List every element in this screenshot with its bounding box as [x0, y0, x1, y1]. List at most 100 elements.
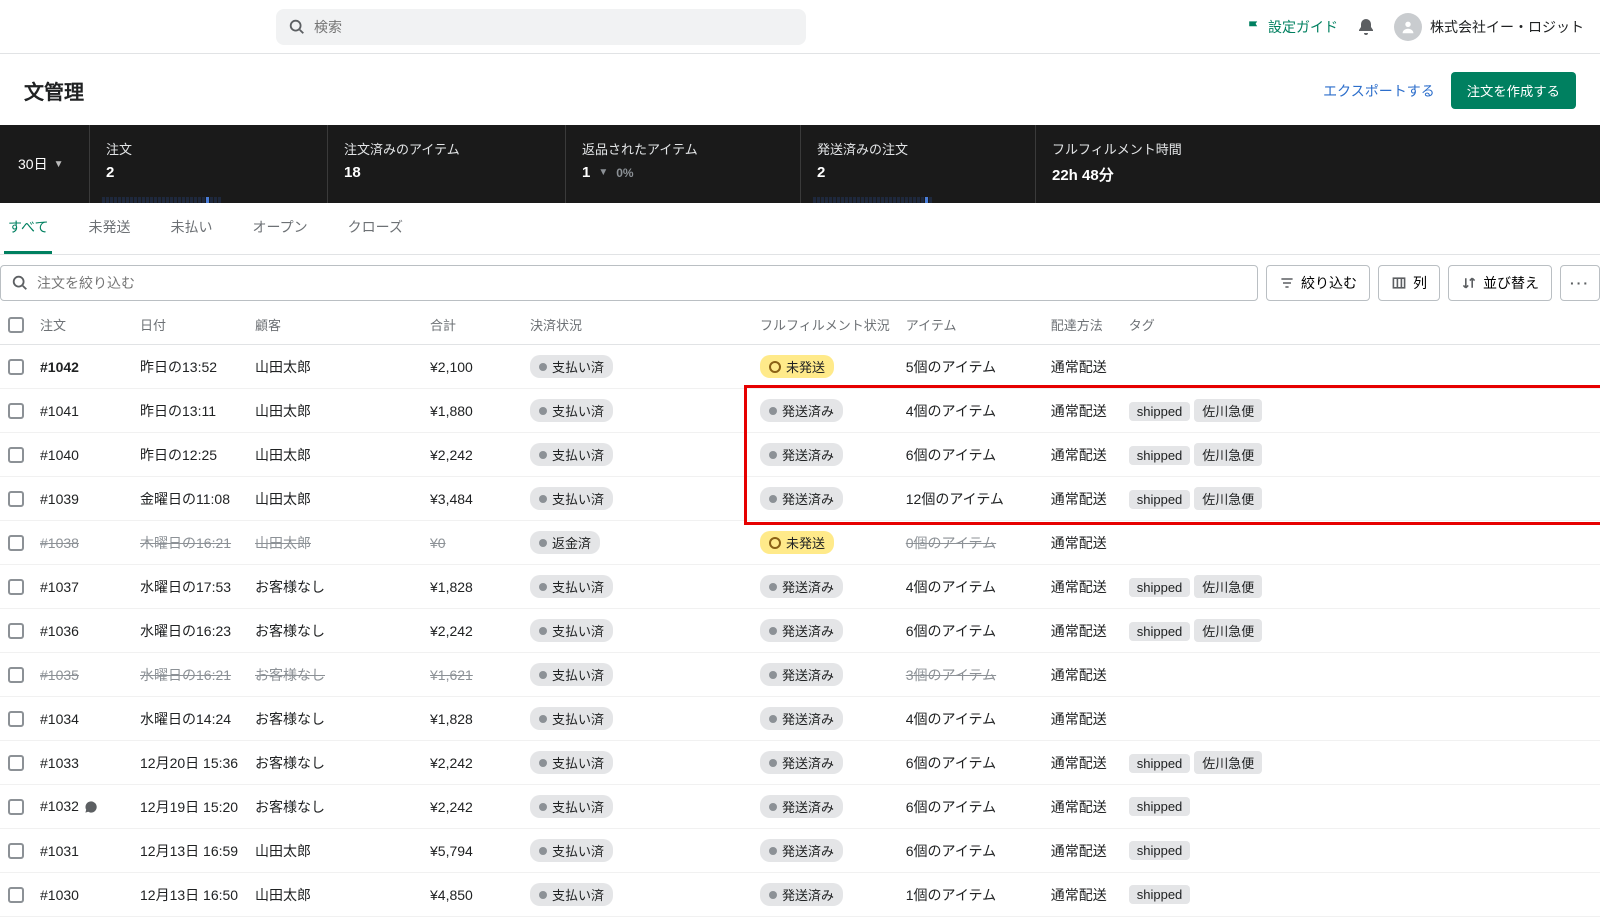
- customer-name[interactable]: 山田太郎: [255, 403, 311, 419]
- global-search[interactable]: [276, 9, 806, 45]
- tag: shipped: [1129, 402, 1191, 421]
- sort-button[interactable]: 並び替え: [1448, 265, 1552, 301]
- stat-orders[interactable]: 注文 2: [90, 125, 328, 203]
- customer-name[interactable]: お客様なし: [255, 667, 325, 683]
- row-checkbox[interactable]: [8, 447, 24, 463]
- row-checkbox[interactable]: [8, 843, 24, 859]
- row-checkbox[interactable]: [8, 535, 24, 551]
- tab-0[interactable]: すべて: [4, 203, 52, 254]
- order-id[interactable]: #1039: [40, 491, 79, 507]
- customer-name[interactable]: お客様なし: [255, 711, 325, 727]
- customer-name[interactable]: 山田太郎: [255, 359, 311, 375]
- narrow-button[interactable]: 絞り込む: [1266, 265, 1370, 301]
- tab-4[interactable]: クローズ: [344, 203, 407, 254]
- tab-1[interactable]: 未発送: [84, 203, 134, 254]
- stat-ordered-items[interactable]: 注文済みのアイテム 18: [328, 125, 566, 203]
- row-checkbox[interactable]: [8, 711, 24, 727]
- order-id[interactable]: #1032: [40, 798, 79, 814]
- row-checkbox[interactable]: [8, 887, 24, 903]
- row-checkbox[interactable]: [8, 799, 24, 815]
- customer-name[interactable]: 山田太郎: [255, 447, 311, 463]
- more-button[interactable]: ···: [1560, 265, 1600, 301]
- stat-shipped[interactable]: 発送済みの注文 2: [801, 125, 1036, 203]
- table-row[interactable]: #1030 12月13日 16:50 山田太郎 ¥4,850 支払い済 発送済み…: [0, 873, 1600, 917]
- col-total[interactable]: 合計: [422, 305, 522, 345]
- row-checkbox[interactable]: [8, 359, 24, 375]
- row-checkbox[interactable]: [8, 755, 24, 771]
- table-row[interactable]: #1034 水曜日の14:24 お客様なし ¥1,828 支払い済 発送済み 4…: [0, 697, 1600, 741]
- tag: shipped: [1129, 446, 1191, 465]
- order-id[interactable]: #1041: [40, 403, 79, 419]
- delivery-method: 通常配送: [1051, 623, 1107, 639]
- row-checkbox[interactable]: [8, 491, 24, 507]
- payment-badge: 支払い済: [530, 399, 613, 422]
- order-id[interactable]: #1035: [40, 667, 79, 683]
- tag: 佐川急便: [1194, 399, 1262, 422]
- table-row[interactable]: #1039 金曜日の11:08 山田太郎 ¥3,484 支払い済 発送済み 12…: [0, 477, 1600, 521]
- customer-name[interactable]: お客様なし: [255, 623, 325, 639]
- col-order[interactable]: 注文: [32, 305, 132, 345]
- col-customer[interactable]: 顧客: [247, 305, 422, 345]
- tags-cell: shipped佐川急便: [1121, 741, 1600, 785]
- row-checkbox[interactable]: [8, 623, 24, 639]
- table-row[interactable]: #1031 12月13日 16:59 山田太郎 ¥5,794 支払い済 発送済み…: [0, 829, 1600, 873]
- order-id[interactable]: #1031: [40, 843, 79, 859]
- table-row[interactable]: #1037 水曜日の17:53 お客様なし ¥1,828 支払い済 発送済み 4…: [0, 565, 1600, 609]
- order-id[interactable]: #1030: [40, 887, 79, 903]
- stat-fulfillment-time[interactable]: フルフィルメント時間 22h 48分: [1036, 125, 1600, 203]
- create-order-button[interactable]: 注文を作成する: [1451, 72, 1576, 109]
- customer-name[interactable]: 山田太郎: [255, 887, 311, 903]
- table-row[interactable]: #1041 昨日の13:11 山田太郎 ¥1,880 支払い済 発送済み 4個の…: [0, 389, 1600, 433]
- row-checkbox[interactable]: [8, 579, 24, 595]
- col-fulfillment[interactable]: フルフィルメント状況: [752, 305, 898, 345]
- tab-3[interactable]: オープン: [248, 203, 311, 254]
- col-date[interactable]: 日付: [132, 305, 247, 345]
- setup-guide-link[interactable]: 設定ガイド: [1246, 17, 1338, 37]
- order-id[interactable]: #1033: [40, 755, 79, 771]
- order-date: 金曜日の11:08: [140, 491, 230, 507]
- col-items[interactable]: アイテム: [898, 305, 1043, 345]
- bell-icon[interactable]: [1356, 17, 1376, 37]
- order-id[interactable]: #1036: [40, 623, 79, 639]
- col-payment[interactable]: 決済状況: [522, 305, 752, 345]
- period-label: 30日: [18, 154, 48, 174]
- table-row[interactable]: #1033 12月20日 15:36 お客様なし ¥2,242 支払い済 発送済…: [0, 741, 1600, 785]
- payment-badge: 支払い済: [530, 751, 613, 774]
- table-row[interactable]: #1035 水曜日の16:21 お客様なし ¥1,621 支払い済 発送済み 3…: [0, 653, 1600, 697]
- customer-name[interactable]: 山田太郎: [255, 535, 311, 551]
- customer-name[interactable]: お客様なし: [255, 799, 325, 815]
- period-selector[interactable]: 30日▼: [0, 125, 90, 203]
- customer-name[interactable]: 山田太郎: [255, 491, 311, 507]
- order-id[interactable]: #1040: [40, 447, 79, 463]
- columns-button[interactable]: 列: [1378, 265, 1440, 301]
- export-button[interactable]: エクスポートする: [1323, 81, 1435, 101]
- search-icon: [288, 18, 306, 36]
- customer-name[interactable]: お客様なし: [255, 755, 325, 771]
- table-row[interactable]: #1036 水曜日の16:23 お客様なし ¥2,242 支払い済 発送済み 6…: [0, 609, 1600, 653]
- customer-name[interactable]: お客様なし: [255, 579, 325, 595]
- order-id[interactable]: #1038: [40, 535, 79, 551]
- col-delivery[interactable]: 配達方法: [1043, 305, 1121, 345]
- table-row[interactable]: #1038 木曜日の16:21 山田太郎 ¥0 返金済 未発送 0個のアイテム …: [0, 521, 1600, 565]
- row-checkbox[interactable]: [8, 667, 24, 683]
- search-input[interactable]: [314, 19, 794, 35]
- customer-name[interactable]: 山田太郎: [255, 843, 311, 859]
- row-checkbox[interactable]: [8, 403, 24, 419]
- fulfillment-badge: 発送済み: [760, 443, 843, 466]
- tag: shipped: [1129, 578, 1191, 597]
- table-row[interactable]: #1042 昨日の13:52 山田太郎 ¥2,100 支払い済 未発送 5個のア…: [0, 345, 1600, 389]
- order-id[interactable]: #1042: [40, 359, 79, 375]
- payment-badge: 支払い済: [530, 443, 613, 466]
- table-row[interactable]: #1032 12月19日 15:20 お客様なし ¥2,242 支払い済 発送済…: [0, 785, 1600, 829]
- tab-2[interactable]: 未払い: [166, 203, 216, 254]
- table-row[interactable]: #1040 昨日の12:25 山田太郎 ¥2,242 支払い済 発送済み 6個の…: [0, 433, 1600, 477]
- order-id[interactable]: #1034: [40, 711, 79, 727]
- order-id[interactable]: #1037: [40, 579, 79, 595]
- filter-input[interactable]: [37, 275, 1247, 291]
- stat-returned[interactable]: 返品されたアイテム 1 ▼ 0%: [566, 125, 801, 203]
- filter-input-wrap[interactable]: [0, 265, 1258, 301]
- account-menu[interactable]: 株式会社イー・ロジット: [1394, 13, 1584, 41]
- select-all-checkbox[interactable]: [8, 317, 24, 333]
- col-tags[interactable]: タグ: [1121, 305, 1600, 345]
- fulfillment-badge: 発送済み: [760, 839, 843, 862]
